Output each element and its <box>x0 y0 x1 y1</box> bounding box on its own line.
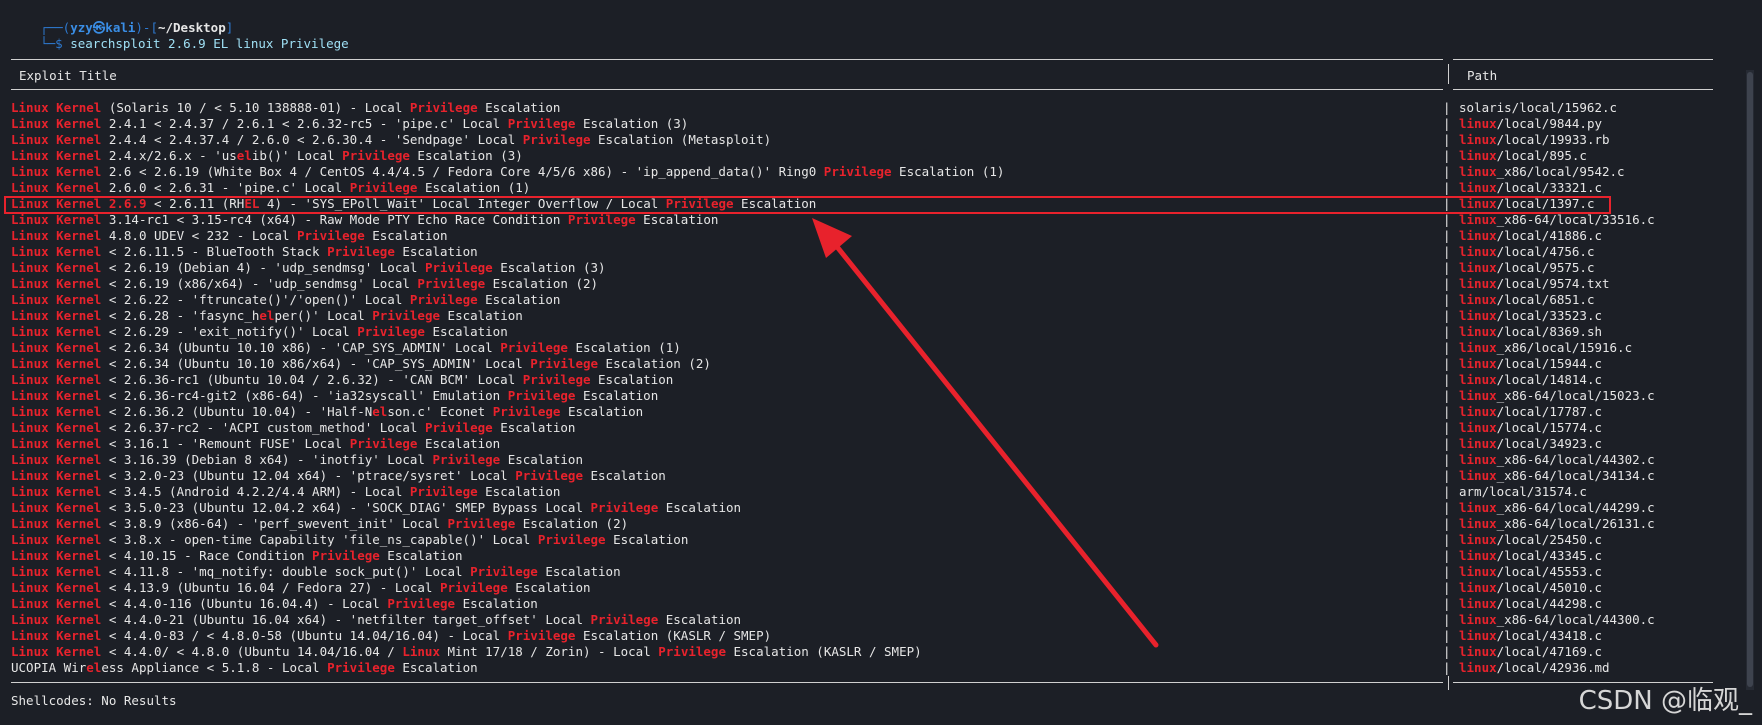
terminal-window[interactable]: ┌──(yzy㉿kali)-[~/Desktop] └─$ searchsplo… <box>0 0 1762 725</box>
arrow-head-icon <box>812 218 852 258</box>
arrow-shaft <box>827 235 1159 648</box>
arrow-annotation <box>812 218 1159 648</box>
watermark: CSDN @临观_ <box>1578 686 1752 716</box>
scrollbar-thumb[interactable] <box>1747 72 1753 687</box>
